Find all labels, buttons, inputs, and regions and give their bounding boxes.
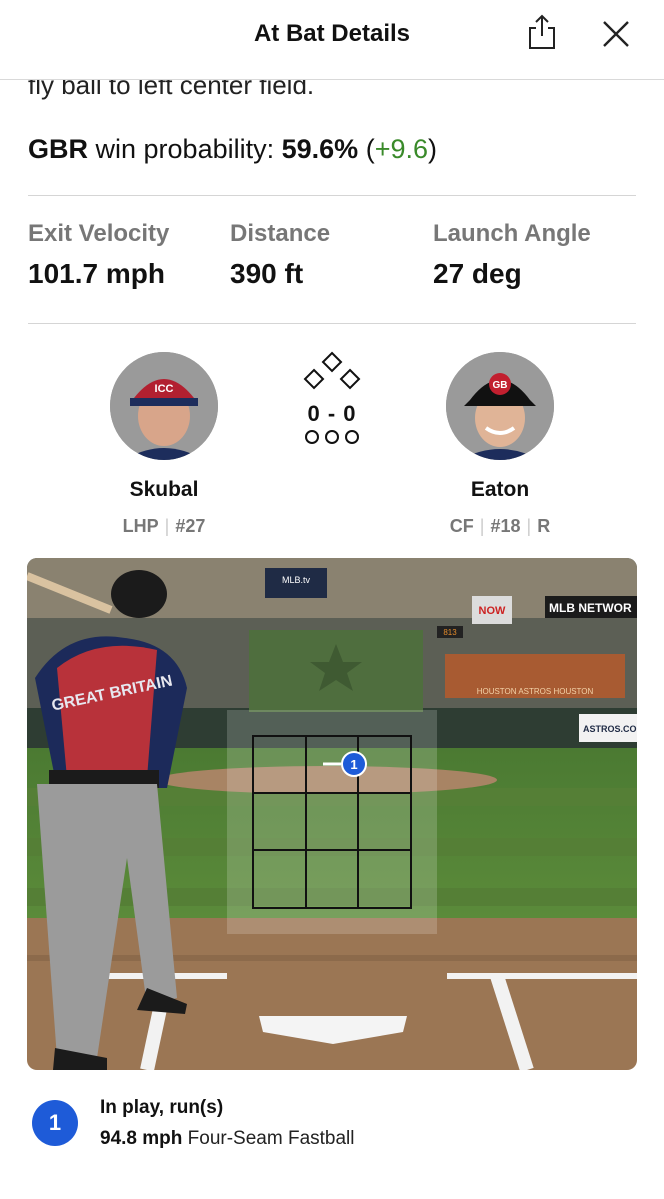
pitcher-avatar: ICC	[110, 352, 218, 460]
sign-mlbtv: MLB.tv	[282, 575, 311, 585]
separator: |	[526, 516, 532, 536]
outs-circles-icon	[305, 430, 359, 444]
pitch-speed: 94.8 mph	[100, 1128, 183, 1149]
page-title: At Bat Details	[253, 20, 411, 47]
stat-launch-angle: Launch Angle 27 deg	[433, 220, 591, 290]
pitcher-meta: LHP | #27	[54, 516, 274, 537]
batter-cap-logo: GB	[493, 380, 508, 391]
stat-label: Distance	[230, 220, 331, 247]
batter-name: Eaton	[470, 478, 530, 501]
sign-now: NOW	[479, 605, 507, 617]
win-prob-label: win probability:	[95, 134, 275, 164]
separator: |	[164, 516, 170, 536]
pitch-type: Four-Seam Fastball	[187, 1128, 355, 1149]
pitcher-number: #27	[175, 516, 206, 536]
batter-meta: CF | #18 | R	[390, 516, 610, 537]
pitcher-cap-logo: ICC	[155, 383, 174, 395]
pitch-marker-label: 1	[350, 757, 357, 772]
share-icon	[529, 14, 555, 49]
sign-813: 813	[443, 628, 457, 637]
win-prob-change: +9.6	[374, 134, 429, 164]
share-button[interactable]	[526, 14, 558, 50]
close-icon	[603, 21, 629, 47]
stat-exit-velocity: Exit Velocity 101.7 mph	[28, 220, 169, 290]
sign-astros-com: ASTROS.COM	[583, 724, 637, 734]
stat-label: Exit Velocity	[28, 220, 170, 247]
pitch-number-badge: 1	[32, 1100, 78, 1146]
batter-bats: R	[537, 516, 551, 536]
win-prob-close: )	[428, 134, 438, 164]
pitcher-card[interactable]: ICC Skubal LHP | #27	[54, 352, 274, 537]
separator: |	[479, 516, 485, 536]
sign-mlb-network: MLB NETWOR	[549, 601, 632, 615]
bases-diamond-icon	[303, 351, 361, 390]
pitch-result: In play, run(s)	[100, 1097, 224, 1118]
divider	[28, 323, 636, 324]
sign-houston-astros: HOUSTON ASTROS HOUSTON	[477, 687, 594, 696]
divider	[28, 195, 636, 196]
pitch-detail: 94.8 mph Four-Seam Fastball	[100, 1128, 355, 1150]
win-prob-team: GBR	[28, 134, 88, 164]
top-bar: At Bat Details	[0, 0, 664, 80]
pitcher-name: Skubal	[129, 478, 199, 501]
pitcher-position: LHP	[122, 516, 159, 536]
batter-card[interactable]: GB Eaton CF | #18 | R	[390, 352, 610, 537]
batter-position: CF	[449, 516, 474, 536]
batter-number: #18	[490, 516, 521, 536]
stat-value: 27 deg	[433, 258, 522, 289]
win-probability: GBR win probability: 59.6% (+9.6)	[28, 134, 437, 165]
batter-avatar: GB	[446, 352, 554, 460]
stat-value: 390 ft	[230, 258, 304, 289]
count-indicator: 0 - 0	[282, 350, 382, 452]
ballpark-scene: MLB.tv NOW MLB NETWOR ASTROS.COM 813 HOU…	[27, 558, 637, 1070]
stat-value: 101.7 mph	[28, 258, 165, 289]
win-prob-value: 59.6%	[281, 134, 359, 164]
close-button[interactable]	[600, 18, 632, 50]
stat-distance: Distance 390 ft	[230, 220, 330, 290]
strike-zone-field-view[interactable]: MLB.tv NOW MLB NETWOR ASTROS.COM 813 HOU…	[27, 558, 637, 1070]
win-prob-open: (	[365, 134, 375, 164]
stat-label: Launch Angle	[433, 220, 591, 247]
balls-strikes-count: 0 - 0	[307, 401, 357, 426]
